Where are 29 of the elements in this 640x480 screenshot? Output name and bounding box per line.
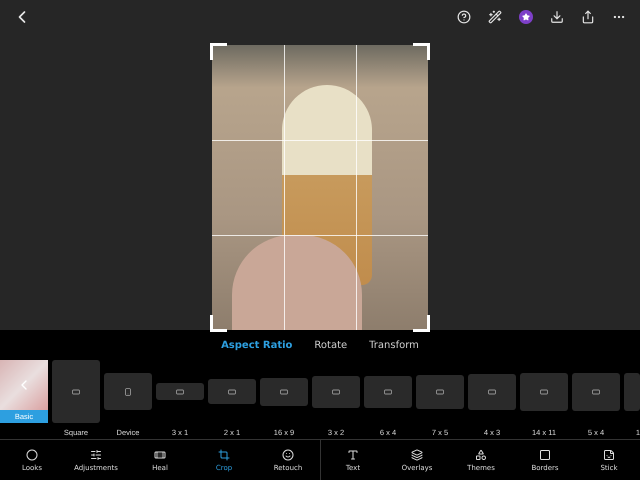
- stickers-icon: [603, 448, 615, 460]
- help-icon[interactable]: [456, 10, 470, 24]
- rectangle-icon: [228, 388, 236, 396]
- crop-icon: [218, 448, 230, 460]
- rectangle-icon: [280, 388, 288, 396]
- rectangle-icon: [332, 388, 340, 396]
- download-icon[interactable]: [550, 10, 564, 24]
- borders-icon: [539, 448, 551, 460]
- phone-icon: [124, 388, 132, 396]
- themes-icon: [475, 448, 487, 460]
- text-icon: [347, 448, 359, 460]
- retouch-icon: [282, 448, 294, 460]
- rectangle-icon: [436, 388, 444, 396]
- crop-tab[interactable]: Rotate: [314, 340, 348, 351]
- crop-tab[interactable]: Transform: [369, 340, 419, 351]
- heal-icon: [154, 448, 166, 460]
- share-icon[interactable]: [580, 10, 594, 24]
- rectangle-icon: [540, 388, 548, 396]
- overlays-icon: [411, 448, 423, 460]
- rectangle-icon: [384, 388, 392, 396]
- magic-wand-icon[interactable]: [488, 10, 502, 24]
- crop-tab[interactable]: Aspect Ratio: [221, 340, 292, 351]
- rectangle-icon: [176, 388, 184, 396]
- adjustments-icon: [90, 448, 102, 460]
- rectangle-icon: [72, 388, 80, 396]
- rectangle-icon: [488, 388, 496, 396]
- looks-icon: [26, 448, 38, 460]
- rectangle-icon: [592, 388, 600, 396]
- ratio-tile: [624, 372, 640, 410]
